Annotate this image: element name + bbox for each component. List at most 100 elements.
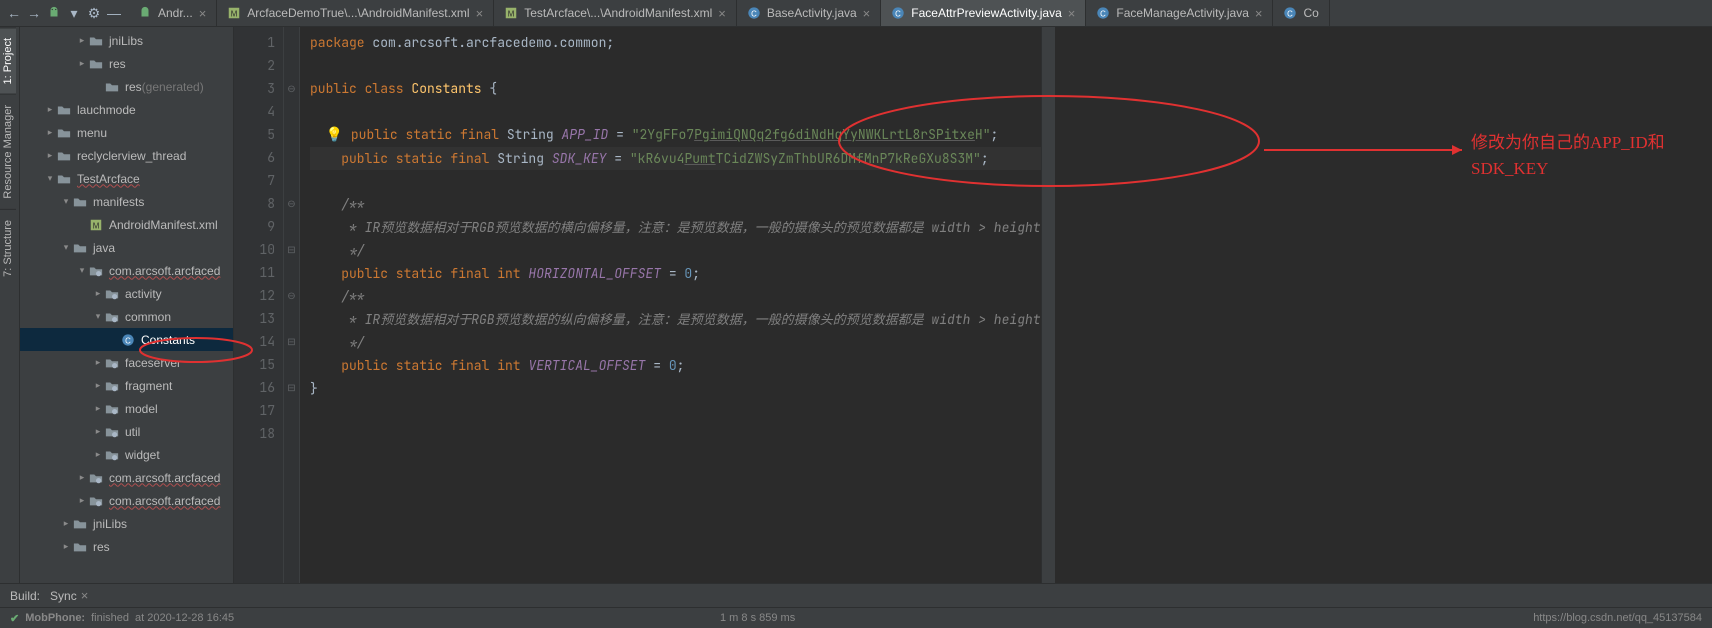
tree-item[interactable]: ▸reclyclerview_thread — [20, 144, 233, 167]
expand-icon[interactable]: ▸ — [92, 288, 104, 299]
build-label: Build: — [10, 589, 40, 603]
tree-item[interactable]: ▸activity — [20, 282, 233, 305]
close-icon[interactable]: × — [81, 589, 89, 602]
expand-icon[interactable]: ▾ — [60, 196, 72, 207]
tree-item[interactable]: ▸res — [20, 535, 233, 558]
close-icon[interactable]: × — [199, 7, 207, 20]
tree-item-label: com.arcsoft.arcfaced — [109, 494, 220, 508]
editor-tab[interactable]: CCo — [1273, 0, 1329, 27]
expand-icon[interactable]: ▸ — [92, 403, 104, 414]
code-line[interactable]: /** — [310, 285, 1041, 308]
dropdown-icon[interactable]: ▾ — [66, 5, 82, 21]
editor-tab[interactable]: MArcfaceDemoTrue\...\AndroidManifest.xml… — [217, 0, 494, 27]
tree-item[interactable]: CConstants — [20, 328, 233, 351]
tree-item[interactable]: ▸res — [20, 52, 233, 75]
tree-item[interactable]: ▾com.arcsoft.arcfaced — [20, 259, 233, 282]
tree-item[interactable]: ▸util — [20, 420, 233, 443]
file-icon — [138, 6, 152, 20]
tree-item[interactable]: ▸com.arcsoft.arcfaced — [20, 466, 233, 489]
settings-icon[interactable]: ⚙ — [86, 5, 102, 21]
forward-icon[interactable]: → — [26, 5, 42, 21]
expand-icon[interactable]: ▸ — [76, 58, 88, 69]
expand-icon[interactable]: ▸ — [60, 518, 72, 529]
code-line[interactable] — [310, 400, 1041, 423]
toolwindow-tab[interactable]: Resource Manager — [0, 94, 16, 209]
tree-item[interactable]: MAndroidManifest.xml — [20, 213, 233, 236]
code-line[interactable]: */ — [310, 331, 1041, 354]
close-icon[interactable]: × — [476, 7, 484, 20]
code-line[interactable] — [310, 100, 1041, 123]
tree-item[interactable]: ▸menu — [20, 121, 233, 144]
status-device: MobPhone: — [25, 612, 85, 624]
expand-icon[interactable]: ▸ — [92, 449, 104, 460]
minimize-icon[interactable]: — — [106, 5, 122, 21]
expand-icon[interactable]: ▸ — [44, 127, 56, 138]
expand-icon[interactable]: ▾ — [92, 311, 104, 322]
toolwindow-tab[interactable]: 1: Project — [0, 27, 16, 94]
close-icon[interactable]: × — [1068, 7, 1076, 20]
close-icon[interactable]: × — [863, 7, 871, 20]
expand-icon[interactable]: ▸ — [44, 150, 56, 161]
code-line[interactable]: public static final int VERTICAL_OFFSET … — [310, 354, 1041, 377]
editor-tab[interactable]: Andr...× — [128, 0, 217, 27]
expand-icon[interactable]: ▸ — [92, 426, 104, 437]
code-line[interactable]: public class Constants { — [310, 77, 1041, 100]
tree-item-label: TestArcface — [77, 172, 140, 186]
expand-icon[interactable]: ▸ — [76, 495, 88, 506]
toolwindow-tab[interactable]: 7: Structure — [0, 209, 16, 287]
code-line[interactable]: public static final int HORIZONTAL_OFFSE… — [310, 262, 1041, 285]
file-icon: C — [1283, 6, 1297, 20]
code-line[interactable]: public static final String SDK_KEY = "kR… — [310, 147, 1041, 170]
code-line[interactable]: } — [310, 377, 1041, 400]
editor-tab[interactable]: CBaseActivity.java× — [737, 0, 881, 27]
code-line[interactable]: package com.arcsoft.arcfacedemo.common; — [310, 31, 1041, 54]
build-sync-tab[interactable]: Sync × — [50, 589, 88, 603]
folder-icon — [72, 516, 88, 532]
expand-icon[interactable]: ▾ — [44, 173, 56, 184]
code-editor[interactable]: 123456789101112131415161718 ⊖⊖⊟⊖⊟⊟ packa… — [234, 27, 1712, 583]
tree-item[interactable]: ▸lauchmode — [20, 98, 233, 121]
expand-icon[interactable]: ▸ — [92, 357, 104, 368]
expand-icon[interactable]: ▸ — [92, 380, 104, 391]
code-line[interactable] — [310, 423, 1041, 446]
build-toolwindow-header[interactable]: Build: Sync × — [0, 583, 1712, 607]
expand-icon[interactable]: ▸ — [76, 35, 88, 46]
tree-item[interactable]: ▸jniLibs — [20, 29, 233, 52]
close-icon[interactable]: × — [718, 7, 726, 20]
expand-icon[interactable]: ▾ — [60, 242, 72, 253]
android-icon[interactable] — [46, 5, 62, 21]
editor-tab[interactable]: CFaceAttrPreviewActivity.java× — [881, 0, 1086, 27]
expand-icon[interactable]: ▸ — [44, 104, 56, 115]
editor-tab[interactable]: MTestArcface\...\AndroidManifest.xml× — [494, 0, 737, 27]
tree-item[interactable]: ▸faceserver — [20, 351, 233, 374]
expand-icon[interactable]: ▾ — [76, 265, 88, 276]
pkg-icon — [104, 424, 120, 440]
back-icon[interactable]: ← — [6, 5, 22, 21]
code-line[interactable] — [310, 170, 1041, 193]
editor-tab[interactable]: CFaceManageActivity.java× — [1086, 0, 1273, 27]
expand-icon[interactable]: ▸ — [60, 541, 72, 552]
tree-item[interactable]: ▸widget — [20, 443, 233, 466]
tree-item[interactable]: ▸ com.arcsoft.arcfaced — [20, 489, 233, 512]
code-line[interactable]: /** — [310, 193, 1041, 216]
code-line[interactable]: * IR预览数据相对于RGB预览数据的横向偏移量，注意：是预览数据，一般的摄像头… — [310, 216, 1041, 239]
code-line[interactable]: 💡 public static final String APP_ID = "2… — [310, 123, 1041, 147]
tree-item[interactable]: res (generated) — [20, 75, 233, 98]
code-line[interactable]: * IR预览数据相对于RGB预览数据的纵向偏移量，注意：是预览数据，一般的摄像头… — [310, 308, 1041, 331]
folder-icon — [88, 56, 104, 72]
expand-icon[interactable]: ▸ — [76, 472, 88, 483]
code-line[interactable] — [310, 54, 1041, 77]
file-icon: M — [227, 6, 241, 20]
file-icon: M — [504, 6, 518, 20]
code-line[interactable]: */ — [310, 239, 1041, 262]
fold-gutter[interactable]: ⊖⊖⊟⊖⊟⊟ — [284, 27, 300, 583]
tab-label: FaceAttrPreviewActivity.java — [911, 6, 1062, 20]
tree-item[interactable]: ▾manifests — [20, 190, 233, 213]
tree-item[interactable]: ▸fragment — [20, 374, 233, 397]
tree-item[interactable]: ▾java — [20, 236, 233, 259]
tree-item[interactable]: ▸model — [20, 397, 233, 420]
tree-item[interactable]: ▾ TestArcface — [20, 167, 233, 190]
close-icon[interactable]: × — [1255, 7, 1263, 20]
tree-item[interactable]: ▸jniLibs — [20, 512, 233, 535]
tree-item[interactable]: ▾common — [20, 305, 233, 328]
